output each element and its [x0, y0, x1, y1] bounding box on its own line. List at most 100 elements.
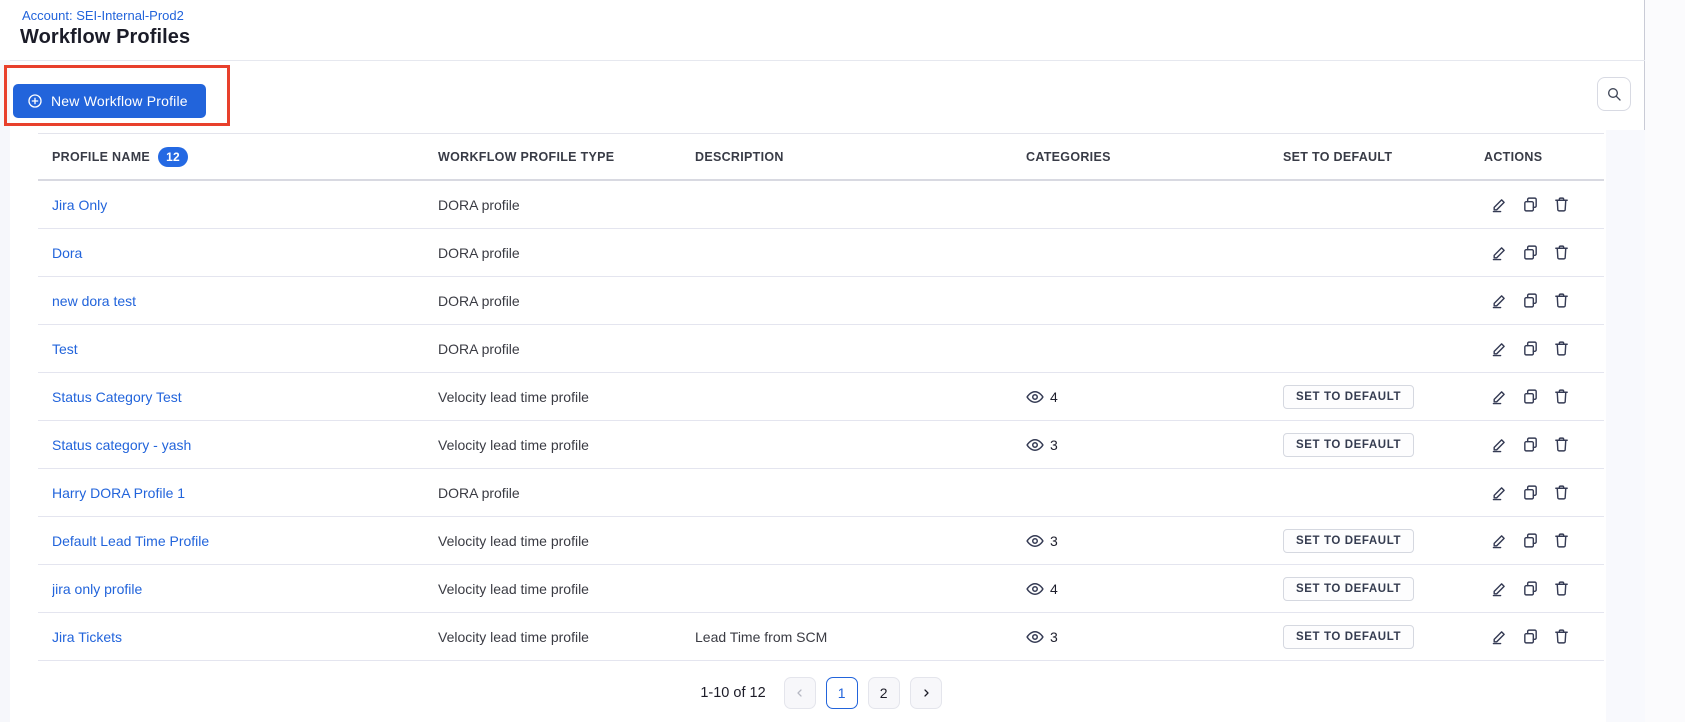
- categories-count: 3: [1050, 437, 1058, 453]
- profile-type-cell: DORA profile: [438, 293, 695, 309]
- column-header-profile-name[interactable]: PROFILE NAME 12: [52, 147, 438, 167]
- profile-name-link[interactable]: Harry DORA Profile 1: [52, 485, 185, 501]
- profile-type-cell: DORA profile: [438, 197, 695, 213]
- column-header-description[interactable]: DESCRIPTION: [695, 150, 1026, 164]
- profile-name-link[interactable]: jira only profile: [52, 581, 142, 597]
- profile-type-cell: Velocity lead time profile: [438, 437, 695, 453]
- profile-name-cell: Dora: [52, 245, 438, 261]
- copy-icon[interactable]: [1521, 484, 1539, 502]
- edit-icon[interactable]: [1490, 244, 1508, 262]
- actions-cell: [1484, 580, 1604, 598]
- pagination-prev-button[interactable]: [784, 677, 816, 709]
- profile-name-link[interactable]: Status category - yash: [52, 437, 191, 453]
- categories-cell: 4: [1026, 580, 1283, 598]
- pagination-next-button[interactable]: [910, 677, 942, 709]
- eye-icon[interactable]: [1026, 628, 1044, 646]
- copy-icon[interactable]: [1521, 340, 1539, 358]
- table-row: Status Category Test Velocity lead time …: [38, 373, 1604, 421]
- profile-name-cell: Status Category Test: [52, 389, 438, 405]
- actions-cell: [1484, 484, 1604, 502]
- column-header-type[interactable]: WORKFLOW PROFILE TYPE: [438, 150, 695, 164]
- eye-icon[interactable]: [1026, 532, 1044, 550]
- edit-icon[interactable]: [1490, 388, 1508, 406]
- set-to-default-chip[interactable]: SET TO DEFAULT: [1283, 625, 1414, 649]
- profile-name-cell: new dora test: [52, 293, 438, 309]
- set-to-default-chip[interactable]: SET TO DEFAULT: [1283, 385, 1414, 409]
- profile-name-cell: jira only profile: [52, 581, 438, 597]
- copy-icon[interactable]: [1521, 532, 1539, 550]
- profile-name-link[interactable]: Jira Only: [52, 197, 107, 213]
- column-header-categories[interactable]: CATEGORIES: [1026, 150, 1283, 164]
- delete-icon[interactable]: [1552, 532, 1570, 550]
- profile-type-cell: DORA profile: [438, 245, 695, 261]
- copy-icon[interactable]: [1521, 196, 1539, 214]
- copy-icon[interactable]: [1521, 388, 1539, 406]
- profile-name-link[interactable]: Status Category Test: [52, 389, 182, 405]
- profile-type-cell: Velocity lead time profile: [438, 389, 695, 405]
- account-breadcrumb-link[interactable]: Account: SEI-Internal-Prod2: [22, 8, 184, 23]
- profile-type-cell: Velocity lead time profile: [438, 581, 695, 597]
- table-row: Test DORA profile: [38, 325, 1604, 373]
- set-to-default-chip[interactable]: SET TO DEFAULT: [1283, 529, 1414, 553]
- table-row: new dora test DORA profile: [38, 277, 1604, 325]
- copy-icon[interactable]: [1521, 628, 1539, 646]
- edit-icon[interactable]: [1490, 436, 1508, 454]
- copy-icon[interactable]: [1521, 580, 1539, 598]
- chevron-right-icon: [920, 687, 932, 699]
- categories-cell: 3: [1026, 532, 1283, 550]
- set-to-default-chip[interactable]: SET TO DEFAULT: [1283, 433, 1414, 457]
- workflow-profiles-page: Account: SEI-Internal-Prod2 Workflow Pro…: [0, 0, 1685, 722]
- categories-cell: 3: [1026, 436, 1283, 454]
- profile-name-link[interactable]: Default Lead Time Profile: [52, 533, 209, 549]
- delete-icon[interactable]: [1552, 340, 1570, 358]
- edit-icon[interactable]: [1490, 292, 1508, 310]
- profile-name-link[interactable]: Dora: [52, 245, 82, 261]
- edit-icon[interactable]: [1490, 484, 1508, 502]
- categories-count: 3: [1050, 533, 1058, 549]
- actions-cell: [1484, 196, 1604, 214]
- search-button[interactable]: [1597, 77, 1631, 111]
- eye-icon[interactable]: [1026, 388, 1044, 406]
- edit-icon[interactable]: [1490, 340, 1508, 358]
- set-to-default-cell: SET TO DEFAULT: [1283, 577, 1484, 601]
- delete-icon[interactable]: [1552, 244, 1570, 262]
- delete-icon[interactable]: [1552, 196, 1570, 214]
- column-header-label: PROFILE NAME: [52, 150, 150, 164]
- table-row: Jira Tickets Velocity lead time profile …: [38, 613, 1604, 661]
- pagination-page-1-button[interactable]: 1: [826, 677, 858, 709]
- profile-type-cell: Velocity lead time profile: [438, 533, 695, 549]
- actions-cell: [1484, 388, 1604, 406]
- delete-icon[interactable]: [1552, 292, 1570, 310]
- column-header-set-to-default[interactable]: SET TO DEFAULT: [1283, 150, 1484, 164]
- copy-icon[interactable]: [1521, 244, 1539, 262]
- edit-icon[interactable]: [1490, 196, 1508, 214]
- profile-name-link[interactable]: Test: [52, 341, 78, 357]
- edit-icon[interactable]: [1490, 532, 1508, 550]
- eye-icon[interactable]: [1026, 580, 1044, 598]
- new-workflow-profile-button[interactable]: New Workflow Profile: [13, 84, 206, 118]
- copy-icon[interactable]: [1521, 292, 1539, 310]
- profile-name-cell: Jira Only: [52, 197, 438, 213]
- pagination-bar: 1-10 of 12 1 2: [38, 664, 1604, 722]
- profile-name-link[interactable]: Jira Tickets: [52, 629, 122, 645]
- set-to-default-cell: SET TO DEFAULT: [1283, 385, 1484, 409]
- profile-name-link[interactable]: new dora test: [52, 293, 136, 309]
- delete-icon[interactable]: [1552, 580, 1570, 598]
- delete-icon[interactable]: [1552, 436, 1570, 454]
- delete-icon[interactable]: [1552, 484, 1570, 502]
- set-to-default-chip[interactable]: SET TO DEFAULT: [1283, 577, 1414, 601]
- edit-icon[interactable]: [1490, 580, 1508, 598]
- eye-icon[interactable]: [1026, 436, 1044, 454]
- table-row: Default Lead Time Profile Velocity lead …: [38, 517, 1604, 565]
- edit-icon[interactable]: [1490, 628, 1508, 646]
- table-row: Dora DORA profile: [38, 229, 1604, 277]
- pagination-page-2-button[interactable]: 2: [868, 677, 900, 709]
- row-count-badge: 12: [158, 147, 188, 167]
- new-workflow-profile-label: New Workflow Profile: [51, 93, 188, 109]
- copy-icon[interactable]: [1521, 436, 1539, 454]
- delete-icon[interactable]: [1552, 388, 1570, 406]
- profile-name-cell: Harry DORA Profile 1: [52, 485, 438, 501]
- categories-count: 3: [1050, 629, 1058, 645]
- actions-cell: [1484, 628, 1604, 646]
- delete-icon[interactable]: [1552, 628, 1570, 646]
